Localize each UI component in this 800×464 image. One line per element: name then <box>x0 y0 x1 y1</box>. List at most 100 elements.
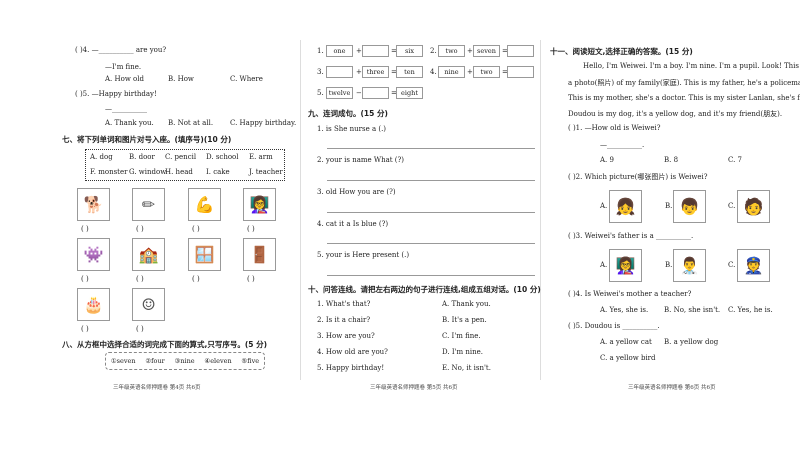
girl-picture: 👧 <box>609 190 642 223</box>
equation-term: two <box>473 66 500 78</box>
passage-line: Doudou is my dog, it's a yellow dog, and… <box>568 110 783 118</box>
question-2: ( )2. Which picture(哪张图片) is Weiwei? <box>568 173 708 181</box>
operator: + <box>356 68 362 76</box>
window-picture: 🪟 <box>188 238 221 271</box>
teacher-picture: 👩‍🏫 <box>243 188 276 221</box>
equation-term: six <box>396 45 423 57</box>
equation-term: eight <box>396 87 423 99</box>
option: B. Not at all. <box>168 119 214 127</box>
section-7-title: 七、将下列单词和图片对号入座。(填序号)(10 分) <box>62 135 232 144</box>
scrambled-sentence: 3. old How you are (?) <box>317 188 396 196</box>
number-word: ③nine <box>174 357 195 365</box>
page-divider <box>540 40 541 380</box>
operator: + <box>467 68 473 76</box>
answer-line[interactable] <box>327 180 535 181</box>
number-word: ①seven <box>110 357 136 365</box>
question-4: ( )4. —__________ are you? <box>75 46 167 54</box>
number-word: ⑤five <box>241 357 260 365</box>
word: B. door <box>129 153 155 161</box>
question: 2. Is it a chair? <box>317 316 371 324</box>
equation-blank[interactable] <box>362 45 389 57</box>
equation-number: 1. <box>317 47 324 55</box>
passage-line: a photo(照片) of my family(家庭). This is my… <box>568 79 800 87</box>
answer-line[interactable] <box>327 275 535 276</box>
answer-paren: ( ) <box>192 225 200 233</box>
option: C. Happy birthday. <box>230 119 297 127</box>
answer-paren: ( ) <box>136 275 144 283</box>
word: G. window <box>129 168 167 176</box>
option-label: B. <box>665 202 673 210</box>
word: E. arm <box>249 153 273 161</box>
equation-blank[interactable] <box>507 45 534 57</box>
option: A. How old <box>105 75 144 83</box>
number-word: ②four <box>145 357 165 365</box>
reply: —__________. <box>600 141 645 149</box>
option: B. a yellow dog <box>664 338 719 346</box>
section-9-title: 九、连词成句。(15 分) <box>308 109 388 118</box>
page-footer: 三年级英语名师押题卷 第5页 共6页 <box>370 385 458 391</box>
question-4: ( )4. Is Weiwei's mother a teacher? <box>568 290 692 298</box>
equation-blank[interactable] <box>326 66 353 78</box>
answer: D. I'm nine. <box>442 348 483 356</box>
equation-number: 4. <box>430 68 437 76</box>
answer: A. Thank you. <box>442 300 491 308</box>
scrambled-sentence: 2. your is name What (?) <box>317 156 405 164</box>
answer-paren: ( ) <box>136 225 144 233</box>
equation-blank[interactable] <box>507 66 534 78</box>
question: 3. How are you? <box>317 332 375 340</box>
boy-picture: 👦 <box>673 190 706 223</box>
equation-blank[interactable] <box>362 87 389 99</box>
school-picture: 🏫 <box>132 238 165 271</box>
equation-number: 2. <box>430 47 437 55</box>
section-10-title: 十、问答连线。请把左右两边的句子进行连线,组成五组对话。(10 分) <box>308 285 541 294</box>
scrambled-sentence: 1. is She nurse a (.) <box>317 125 387 133</box>
question: 1. What's that? <box>317 300 371 308</box>
door-picture: 🚪 <box>243 238 276 271</box>
answer-line[interactable] <box>327 212 535 213</box>
number-box: ①seven ②four ③nine ④eleven ⑤five <box>105 352 265 370</box>
answer-line[interactable] <box>327 243 535 244</box>
option: C. Yes, he is. <box>728 306 773 314</box>
option-label: B. <box>665 261 673 269</box>
dog-picture: 🐕 <box>77 188 110 221</box>
number-word: ④eleven <box>204 357 232 365</box>
equation-term: one <box>326 45 353 57</box>
operator: + <box>467 47 473 55</box>
word: D. school <box>206 153 239 161</box>
passage-line: This is my mother, she's a doctor. This … <box>568 94 800 102</box>
page-footer: 三年级英语名师押题卷 第4页 共6页 <box>113 385 201 391</box>
equation-term: three <box>362 66 389 78</box>
answer-paren: ( ) <box>247 225 255 233</box>
equation-term: ten <box>396 66 423 78</box>
question-3: ( )3. Weiwei's father is a __________. <box>568 232 694 240</box>
word: J. teacher <box>249 168 283 176</box>
teacher-picture: 👩‍🏫 <box>609 249 642 282</box>
equation-term: seven <box>473 45 500 57</box>
option: C. Where <box>230 75 263 83</box>
option: A. 9 <box>600 156 614 164</box>
answer-paren: ( ) <box>81 225 89 233</box>
answer-line[interactable] <box>327 148 535 149</box>
man-picture: 🧑 <box>737 190 770 223</box>
head-picture: ☺ <box>132 288 165 321</box>
equation-term: two <box>438 45 465 57</box>
question: 5. Happy birthday! <box>317 364 385 372</box>
equation-number: 5. <box>317 89 324 97</box>
question-5: ( )5. Doudou is __________. <box>568 322 660 330</box>
option-label: C. <box>728 202 736 210</box>
answer-paren: ( ) <box>136 325 144 333</box>
option-label: A. <box>600 202 608 210</box>
policeman-picture: 👮 <box>737 249 770 282</box>
question: 4. How old are you? <box>317 348 388 356</box>
option: A. a yellow cat <box>600 338 652 346</box>
doctor-picture: 👨‍⚕ <box>673 249 706 282</box>
equation-term: twelve <box>326 87 353 99</box>
word: H. head <box>165 168 193 176</box>
equation-number: 3. <box>317 68 324 76</box>
answer: B. It's a pen. <box>442 316 487 324</box>
answer-paren: ( ) <box>247 275 255 283</box>
cake-picture: 🎂 <box>77 288 110 321</box>
option: A. Thank you. <box>105 119 154 127</box>
answer-paren: ( ) <box>81 275 89 283</box>
answer-paren: ( ) <box>192 275 200 283</box>
